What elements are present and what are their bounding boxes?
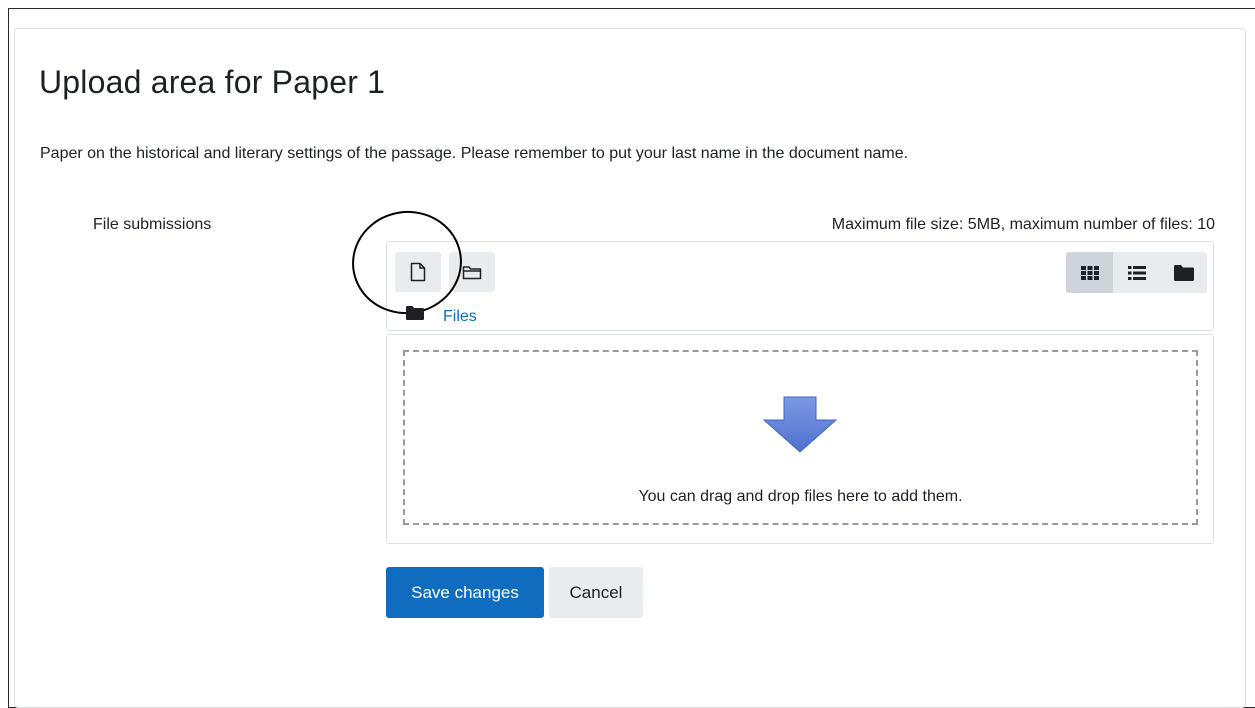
folder-tree-icon [1173, 264, 1194, 281]
save-changes-button[interactable]: Save changes [386, 567, 544, 618]
dropzone-instructions: You can drag and drop files here to add … [638, 488, 963, 505]
file-limits-info: Maximum file size: 5MB, maximum number o… [831, 216, 1215, 233]
view-mode-group [1066, 252, 1207, 293]
folder-icon [406, 306, 424, 320]
grid-icon [1080, 265, 1099, 280]
path-link-files[interactable]: Files [443, 308, 477, 326]
list-icon [1127, 265, 1146, 280]
view-tree-button[interactable] [1160, 252, 1207, 293]
folder-outline-icon [462, 266, 482, 280]
cancel-button[interactable]: Cancel [549, 567, 643, 618]
download-arrow-icon [762, 396, 838, 453]
file-submissions-label: File submissions [93, 216, 212, 233]
page-title: Upload area for Paper 1 [39, 64, 386, 100]
assignment-description: Paper on the historical and literary set… [40, 145, 909, 162]
view-list-button[interactable] [1113, 252, 1160, 293]
view-icons-button[interactable] [1066, 252, 1113, 293]
